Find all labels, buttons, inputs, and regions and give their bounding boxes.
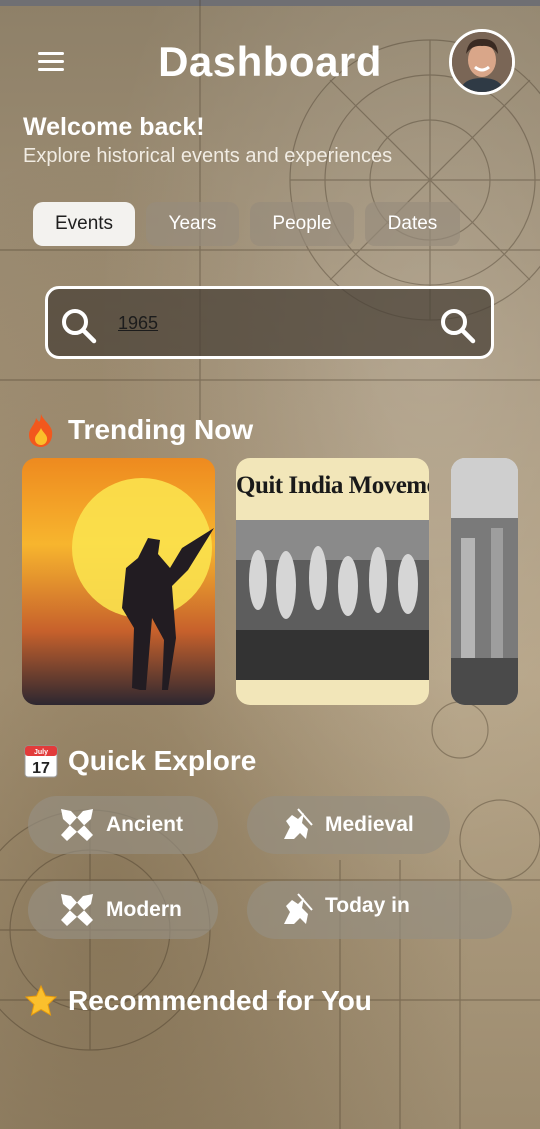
- calendar-icon: July 17: [24, 745, 58, 778]
- quick-explore-section-title: July 17 Quick Explore: [24, 744, 256, 778]
- trending-card[interactable]: [451, 458, 518, 705]
- trending-card[interactable]: Quit India Movement: [236, 458, 429, 705]
- svg-text:17: 17: [32, 760, 50, 777]
- quick-explore-medieval[interactable]: Medieval: [247, 796, 450, 854]
- quick-explore-modern[interactable]: Modern: [28, 881, 218, 939]
- quick-explore-ancient[interactable]: Ancient: [28, 796, 218, 854]
- svg-text:July: July: [34, 749, 48, 756]
- star-icon: [24, 984, 58, 1017]
- tab-years[interactable]: Years: [146, 202, 239, 246]
- crossed-swords-icon: [56, 889, 98, 931]
- card-caption: Quit India Movement: [236, 472, 429, 499]
- avatar[interactable]: [449, 29, 515, 95]
- tab-events[interactable]: Events: [33, 202, 135, 246]
- tab-dates[interactable]: Dates: [365, 202, 460, 246]
- knight-icon: [275, 804, 317, 846]
- user-avatar-icon: [452, 32, 512, 92]
- welcome-heading: Welcome back!: [23, 113, 205, 141]
- crowd-photo-image: [236, 520, 429, 680]
- search-submit-icon[interactable]: [439, 307, 477, 345]
- fire-icon: [29, 414, 53, 447]
- trending-card[interactable]: [22, 458, 215, 705]
- trending-section-title: Trending Now: [24, 412, 253, 448]
- recommended-section-title: Recommended for You: [24, 984, 372, 1018]
- search-input[interactable]: 1965: [118, 313, 158, 334]
- crossed-swords-icon: [56, 804, 98, 846]
- welcome-subtitle: Explore historical events and experience…: [23, 145, 393, 167]
- monument-photo-image: [451, 458, 518, 705]
- search-bar[interactable]: 1965: [45, 286, 494, 359]
- knight-icon: [275, 889, 317, 931]
- quick-explore-today-in-history[interactable]: Today in: [247, 881, 512, 939]
- horse-rider-silhouette-icon: [72, 478, 214, 690]
- search-icon: [62, 309, 97, 344]
- tab-people[interactable]: People: [250, 202, 354, 246]
